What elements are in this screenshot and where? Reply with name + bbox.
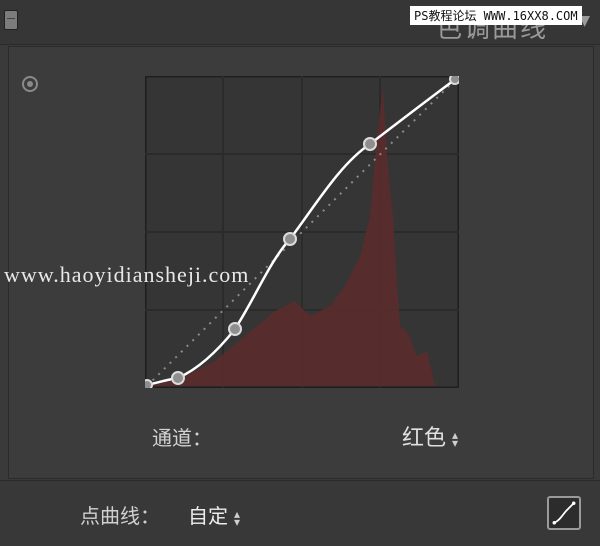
point-curve-select[interactable]: 自定 ▴ ▾ xyxy=(188,500,240,529)
watermark-top: PS教程论坛 WWW.16XX8.COM xyxy=(410,6,582,25)
curve-point-white[interactable] xyxy=(449,76,459,85)
curve-point-2[interactable] xyxy=(228,322,242,336)
point-curve-label: 点曲线： xyxy=(80,504,160,528)
edit-point-curve-button[interactable] xyxy=(547,496,581,530)
point-curve-value: 自定 xyxy=(188,504,228,528)
curve-point-4[interactable] xyxy=(363,137,377,151)
channel-select[interactable]: 红色 ▴ ▾ xyxy=(402,420,458,452)
updown-icon: ▴ ▾ xyxy=(234,506,241,529)
curve-point-1[interactable] xyxy=(171,371,185,385)
channel-value: 红色 xyxy=(402,426,447,451)
panel-header: 色调曲线 ▼ PS教程论坛 WWW.16XX8.COM xyxy=(0,0,600,45)
curve-point-3[interactable] xyxy=(283,232,297,246)
channel-label: 通道： xyxy=(152,426,212,450)
updown-icon: ▴ ▾ xyxy=(452,428,459,450)
curve-edit-icon xyxy=(553,502,575,524)
targeted-adjustment-icon[interactable] xyxy=(22,76,38,92)
watermark-url: www.haoyidiansheji.com xyxy=(4,262,250,287)
curve-point-black[interactable] xyxy=(145,379,153,388)
tone-curve-graph[interactable] xyxy=(145,76,459,388)
panel-toggle-icon[interactable] xyxy=(4,10,18,30)
